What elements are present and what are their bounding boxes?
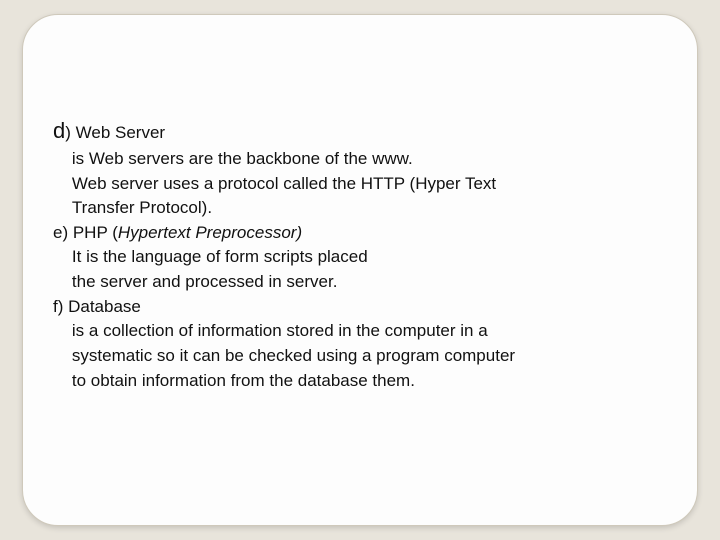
item-f-line2: systematic so it can be checked using a … [53,344,669,369]
slide-card: d) Web Server is Web servers are the bac… [22,14,698,526]
item-e-line2: the server and processed in server. [53,270,669,295]
item-e-prefix: e) PHP ( [53,223,118,242]
item-f-line3: to obtain information from the database … [53,369,669,394]
item-e-header: e) PHP (Hypertext Preprocessor) [53,221,669,246]
item-d-line2: Web server uses a protocol called the HT… [53,172,669,197]
item-e-italic: Hypertext Preprocessor) [118,223,302,242]
slide-content: d) Web Server is Web servers are the bac… [53,115,669,393]
item-d-header: d) Web Server [53,115,669,147]
item-d-line3: Transfer Protocol). [53,196,669,221]
item-e-line1: It is the language of form scripts place… [53,245,669,270]
item-f-header: f) Database [53,295,669,320]
item-d-title: Web Server [71,123,165,142]
item-f-line1: is a collection of information stored in… [53,319,669,344]
item-d-letter: d [53,118,65,143]
item-d-line1: is Web servers are the backbone of the w… [53,147,669,172]
